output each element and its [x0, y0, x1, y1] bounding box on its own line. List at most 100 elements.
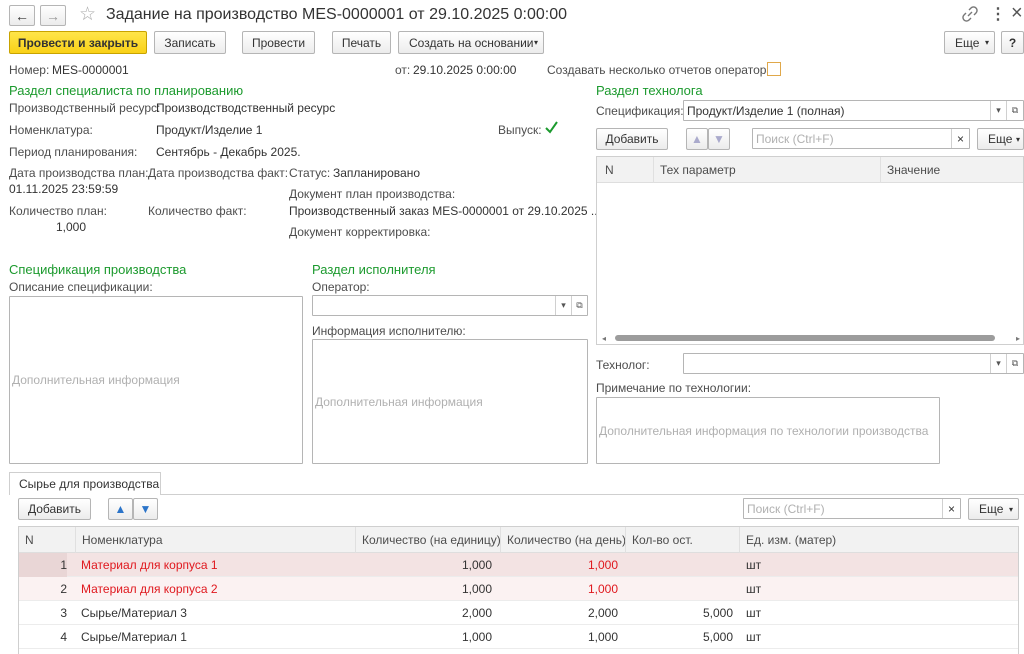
period-label: Период планирования:	[9, 145, 138, 159]
tech-spec-label: Спецификация:	[596, 104, 684, 118]
col-n[interactable]: N	[19, 527, 34, 553]
period-value: Сентябрь - Декабрь 2025.	[156, 145, 301, 159]
tech-move-down-button[interactable]: ▼	[708, 128, 730, 150]
back-button[interactable]: ←	[9, 5, 35, 26]
scroll-left-icon[interactable]: ◂	[602, 334, 606, 343]
chevron-down-icon[interactable]: ▾	[990, 101, 1006, 120]
col-rest[interactable]: Кол-во ост.	[625, 527, 693, 553]
post-and-close-button[interactable]: Провести и закрыть	[9, 31, 147, 54]
post-button[interactable]: Провести	[242, 31, 315, 54]
resource-value[interactable]: Производстводственный ресурс	[156, 101, 335, 115]
row-per-day: 1,000	[587, 630, 618, 644]
chevron-down-icon: ▾	[1008, 504, 1013, 514]
close-icon[interactable]: ×	[1011, 2, 1023, 25]
row-unit: шт	[746, 606, 762, 620]
forward-button[interactable]: →	[40, 5, 66, 26]
tech-col-n[interactable]: N	[597, 157, 614, 183]
col-nomenclature[interactable]: Номенклатура	[75, 527, 163, 553]
tab-materials[interactable]: Сырье для производства	[9, 472, 161, 495]
tech-spec-value: Продукт/Изделие 1 (полная)	[687, 103, 845, 118]
more-menu-icon[interactable]: ⋮	[990, 4, 1006, 24]
create-based-on-button[interactable]: Создать на основании ▾	[398, 31, 544, 54]
tech-col-value[interactable]: Значение	[880, 157, 940, 183]
materials-move-down-button[interactable]: ▼	[133, 498, 158, 520]
output-checkbox[interactable]	[544, 120, 559, 135]
link-icon[interactable]	[962, 6, 978, 22]
open-icon[interactable]: ⧉	[1006, 354, 1023, 373]
chevron-down-icon: ▾	[984, 38, 989, 47]
col-qty-per-day[interactable]: Количество (на день)	[500, 527, 626, 553]
spec-desc-label: Описание спецификации:	[9, 280, 153, 294]
qty-plan-value: 1,000	[56, 220, 87, 234]
row-n: 2	[60, 582, 67, 596]
scroll-right-icon[interactable]: ▸	[1016, 334, 1020, 343]
tech-col-param[interactable]: Тех параметр	[653, 157, 736, 183]
table-row[interactable]: 3 Сырье/Материал 3 2,000 2,000 5,000 шт	[19, 601, 1018, 625]
multi-reports-checkbox[interactable]	[767, 62, 781, 76]
table-row[interactable]: 2 Материал для корпуса 2 1,000 1,000 шт	[19, 577, 1018, 601]
spec-section-title: Спецификация производства	[9, 262, 187, 277]
materials-search-placeholder: Поиск (Ctrl+F)	[747, 501, 825, 516]
plan-doc-label: Документ план производства:	[289, 187, 456, 201]
row-name: Материал для корпуса 1	[81, 558, 218, 572]
table-row[interactable]: 4 Сырье/Материал 1 1,000 1,000 5,000 шт	[19, 625, 1018, 649]
row-per-unit: 1,000	[461, 558, 492, 572]
tech-spec-field[interactable]: Продукт/Изделие 1 (полная) ▾ ⧉	[683, 100, 1024, 121]
materials-table[interactable]: N Номенклатура Количество (на единицу) К…	[18, 526, 1019, 654]
help-button[interactable]: ?	[1001, 31, 1024, 54]
clear-icon[interactable]: ×	[942, 499, 960, 518]
print-button[interactable]: Печать	[332, 31, 391, 54]
save-button[interactable]: Записать	[154, 31, 226, 54]
spec-desc-textarea[interactable]: Дополнительная информация	[9, 296, 303, 464]
nomenclature-value[interactable]: Продукт/Изделие 1	[156, 123, 262, 137]
materials-move-up-button[interactable]: ▲	[108, 498, 133, 520]
window-title: Задание на производство MES-0000001 от 2…	[106, 6, 567, 23]
materials-add-button[interactable]: Добавить	[18, 498, 91, 520]
col-qty-per-unit[interactable]: Количество (на единицу)	[355, 527, 501, 553]
chevron-down-icon: ▾	[533, 38, 538, 47]
favorite-star-icon[interactable]: ☆	[79, 3, 96, 26]
tech-more-label: Еще	[988, 132, 1013, 146]
row-name: Материал для корпуса 2	[81, 582, 218, 596]
tech-move-up-button[interactable]: ▲	[686, 128, 708, 150]
tech-search-field[interactable]: Поиск (Ctrl+F) ×	[752, 128, 970, 149]
table-row[interactable]: 1 Материал для корпуса 1 1,000 1,000 шт	[19, 553, 1018, 577]
tech-add-button[interactable]: Добавить	[596, 128, 668, 150]
technologist-field[interactable]: ▾ ⧉	[683, 353, 1024, 374]
number-value: MES-0000001	[52, 63, 129, 77]
more-button[interactable]: Еще ▾	[944, 31, 995, 54]
row-rest	[625, 553, 733, 577]
operator-field[interactable]: ▾ ⧉	[312, 295, 588, 316]
chevron-down-icon[interactable]: ▾	[555, 296, 571, 315]
row-per-day: 1,000	[587, 558, 618, 572]
create-based-on-label: Создать на основании	[409, 35, 534, 50]
plan-doc-value[interactable]: Производственный заказ MES-0000001 от 29…	[289, 204, 601, 218]
tech-more-button[interactable]: Еще ▾	[977, 128, 1024, 150]
multi-reports-label: Создавать несколько отчетов оператора:	[547, 63, 777, 77]
col-unit[interactable]: Ед. изм. (матер)	[739, 527, 836, 553]
open-icon[interactable]: ⧉	[1006, 101, 1023, 120]
status-label: Статус:	[289, 166, 331, 180]
executor-info-textarea[interactable]: Дополнительная информация	[312, 339, 588, 464]
materials-more-button[interactable]: Еще ▾	[968, 498, 1019, 520]
tech-note-label: Примечание по технологии:	[596, 381, 752, 395]
chevron-down-icon[interactable]: ▾	[990, 354, 1006, 373]
technologist-label: Технолог:	[596, 358, 650, 372]
row-per-unit: 2,000	[461, 606, 492, 620]
tech-params-table[interactable]: N Тех параметр Значение ◂ ▸	[596, 156, 1024, 345]
horizontal-scrollbar[interactable]	[615, 335, 995, 341]
materials-search-field[interactable]: Поиск (Ctrl+F) ×	[743, 498, 961, 519]
correction-doc-label: Документ корректировка:	[289, 225, 431, 239]
row-rest: 5,000	[702, 606, 733, 620]
materials-more-label: Еще	[979, 502, 1004, 516]
clear-icon[interactable]: ×	[951, 129, 969, 148]
checkmark-icon	[545, 121, 558, 134]
row-unit: шт	[746, 630, 762, 644]
open-icon[interactable]: ⧉	[571, 296, 587, 315]
row-n: 4	[60, 630, 67, 644]
technologist-section-title: Раздел технолога	[596, 83, 703, 98]
output-label: Выпуск:	[498, 123, 542, 137]
row-n: 1	[19, 553, 67, 577]
number-label: Номер:	[9, 63, 50, 77]
tech-note-textarea[interactable]: Дополнительная информация по технологии …	[596, 397, 940, 464]
